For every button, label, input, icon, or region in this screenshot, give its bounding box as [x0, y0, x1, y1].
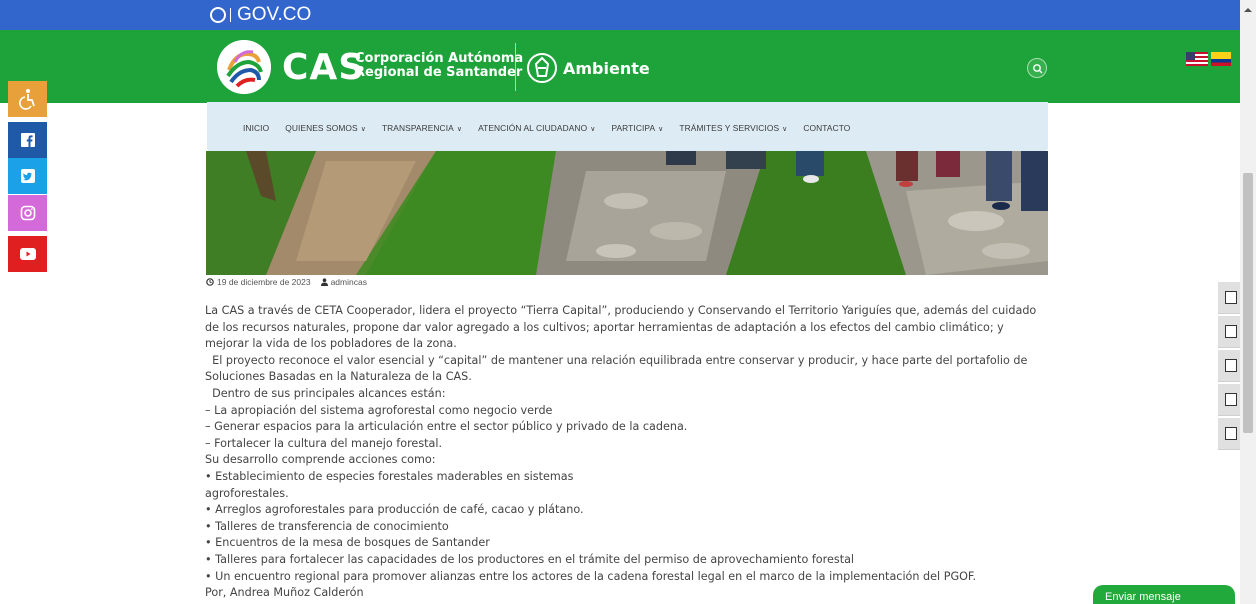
article-paragraph: Por, Andrea Muñoz Calderón	[205, 586, 364, 600]
nav-item-transparencia[interactable]: TRANSPARENCIA ∨	[382, 123, 462, 133]
article-paragraph: – Generar espacios para la articulación …	[205, 420, 688, 434]
article-paragraph: agroforestales.	[205, 486, 289, 500]
gov-co-label: GOV.CO	[237, 4, 312, 25]
nav-item-label: TRÁMITES Y SERVICIOS	[679, 123, 780, 133]
twitter-link[interactable]	[8, 158, 47, 194]
square-icon	[1224, 393, 1237, 406]
chevron-down-icon: ∨	[658, 126, 664, 133]
post-meta: 19 de diciembre de 2023 admincas	[206, 277, 367, 287]
instagram-link[interactable]	[8, 195, 47, 231]
colombia-seal-icon	[210, 7, 226, 23]
article-paragraph: Dentro de sus principales alcances están…	[205, 386, 446, 400]
english-flag-icon[interactable]	[1186, 52, 1208, 66]
post-date: 19 de diciembre de 2023	[206, 277, 311, 287]
article-paragraph: • Arreglos agroforestales para producció…	[205, 503, 584, 517]
article-paragraph: • Un encuentro regional para promover al…	[205, 569, 977, 583]
clock-icon	[206, 278, 214, 286]
nav-item-inicio[interactable]: INICIO	[243, 123, 269, 133]
nav-item-label: QUIENES SOMOS	[285, 123, 358, 133]
gov-co-link[interactable]: GOV.CO	[210, 4, 311, 26]
nav-item-contacto[interactable]: CONTACTO	[803, 123, 850, 133]
post-date-text: 19 de diciembre de 2023	[217, 277, 311, 287]
nav-item-quienes-somos[interactable]: QUIENES SOMOS ∨	[285, 123, 366, 133]
article-paragraph: • Talleres para fortalecer las capacidad…	[205, 552, 855, 566]
search-button[interactable]	[1027, 58, 1047, 78]
nav-item-label: ATENCIÓN AL CIUDADANO	[478, 123, 588, 133]
search-icon	[1033, 64, 1043, 74]
chevron-down-icon: ∨	[360, 126, 366, 133]
article-paragraph: • Establecimiento de especies forestales…	[205, 469, 574, 483]
chevron-down-icon: ∨	[590, 126, 596, 133]
ministry-name: Ambiente	[563, 59, 650, 78]
gov-bar: GOV.CO	[0, 0, 1240, 30]
youtube-icon	[19, 248, 36, 260]
user-icon	[320, 278, 328, 286]
chevron-down-icon: ∨	[782, 126, 788, 133]
ministry-seal-icon	[527, 53, 557, 83]
article-paragraph: – Fortalecer la cultura del manejo fores…	[205, 436, 443, 450]
scrollbar-thumb[interactable]	[1243, 173, 1253, 433]
main-nav: INICIO QUIENES SOMOS ∨ TRANSPARENCIA ∨ ATENCI…	[207, 102, 1048, 151]
brand-subtitle-line-1: Corporación Autónoma	[355, 51, 524, 66]
spanish-flag-icon[interactable]	[1211, 52, 1231, 66]
header-divider	[515, 43, 516, 91]
article-paragraph: La CAS a través de CETA Cooperador, lide…	[205, 304, 1040, 351]
scroll-up-arrow-icon[interactable]	[1244, 8, 1252, 12]
nav-item-label: CONTACTO	[803, 123, 851, 133]
nav-item-label: INICIO	[243, 123, 270, 133]
facebook-icon	[20, 133, 35, 147]
article-paragraph: Su desarrollo comprende acciones como:	[205, 453, 436, 467]
brand-name: CAS	[282, 47, 366, 88]
nav-item-label: PARTICIPA	[611, 123, 656, 133]
nav-item-participa[interactable]: PARTICIPA ∨	[611, 123, 663, 133]
send-message-button[interactable]: Enviar mensaje	[1093, 585, 1235, 604]
cas-logo-icon[interactable]	[217, 40, 271, 94]
facebook-link[interactable]	[8, 122, 47, 158]
nav-list: INICIO QUIENES SOMOS ∨ TRANSPARENCIA ∨ ATENCI…	[243, 123, 866, 133]
square-icon	[1224, 291, 1237, 304]
brand-subtitle-line-2: Regional de Santander	[355, 65, 523, 80]
accessibility-icon	[18, 89, 35, 110]
nav-item-label: TRANSPARENCIA	[381, 123, 454, 133]
site-header: CAS Corporación Autónoma Regional de San…	[0, 30, 1240, 103]
article-paragraph: – La apropiación del sistema agroforesta…	[205, 403, 553, 417]
gov-divider	[230, 8, 231, 22]
article-paragraph: • Encuentros de la mesa de bosques de Sa…	[205, 536, 490, 550]
youtube-link[interactable]	[8, 236, 47, 272]
post-author[interactable]: admincas	[320, 277, 367, 287]
nav-item-atención-al-ciudadano[interactable]: ATENCIÓN AL CIUDADANO ∨	[478, 123, 595, 133]
chevron-down-icon: ∨	[456, 126, 463, 133]
post-author-text: admincas	[330, 277, 367, 287]
brand-subtitle: Corporación Autónoma Regional de Santand…	[355, 52, 523, 80]
instagram-icon	[20, 205, 35, 221]
accessibility-button[interactable]	[8, 81, 47, 117]
twitter-icon	[20, 169, 35, 183]
nav-item-trámites-y-servicios[interactable]: TRÁMITES Y SERVICIOS ∨	[679, 123, 787, 133]
article-hero-image	[206, 151, 1048, 275]
square-icon	[1224, 325, 1237, 338]
square-icon	[1224, 359, 1237, 372]
article-paragraph: El proyecto reconoce el valor esencial y…	[205, 353, 1031, 384]
article-paragraph: • Talleres de transferencia de conocimie…	[205, 519, 449, 533]
square-icon	[1224, 427, 1237, 440]
article-body: La CAS a través de CETA Cooperador, lide…	[205, 303, 1050, 602]
